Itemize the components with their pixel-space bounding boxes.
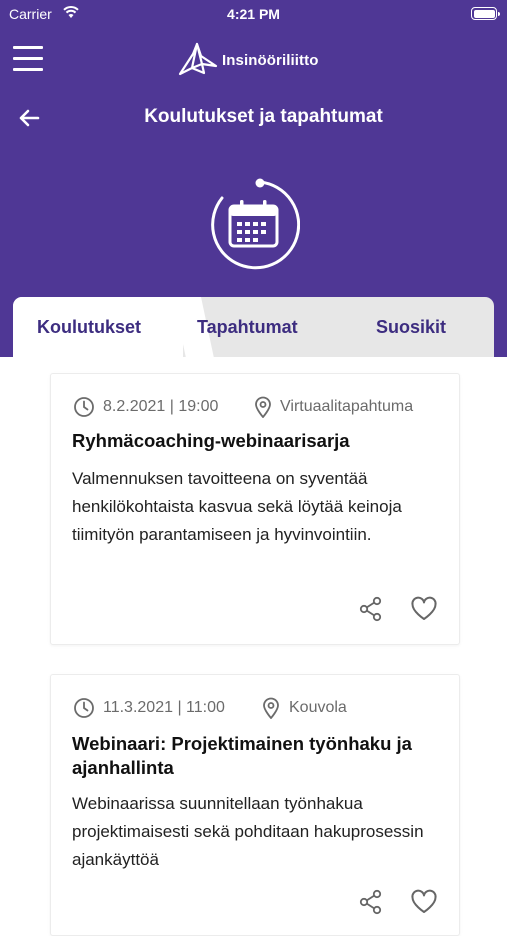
- logo-mark-icon: [178, 42, 218, 76]
- heart-icon[interactable]: [410, 889, 438, 915]
- location-pin-icon: [255, 396, 271, 418]
- calendar-icon: [211, 178, 300, 270]
- event-location: Kouvola: [289, 699, 347, 716]
- share-icon[interactable]: [358, 596, 384, 622]
- tab-suosikit[interactable]: Suosikit: [376, 317, 446, 338]
- status-bar: Carrier 4:21 PM: [0, 0, 507, 28]
- event-description: Valmennuksen tavoitteena on syventää hen…: [72, 469, 402, 544]
- clock-time: 4:21 PM: [227, 6, 280, 22]
- event-title[interactable]: Webinaari: Projektimainen työnhaku ja aj…: [72, 732, 452, 780]
- event-meta: 11.3.2021 | 11:00 Kouvola: [73, 697, 443, 719]
- tab-koulutukset[interactable]: Koulutukset: [37, 317, 141, 338]
- location-pin-icon: [263, 697, 279, 719]
- event-card[interactable]: 11.3.2021 | 11:00 Kouvola Webinaari: Pro…: [50, 674, 460, 936]
- menu-icon[interactable]: [13, 46, 43, 72]
- share-icon[interactable]: [358, 889, 384, 915]
- tab-tapahtumat[interactable]: Tapahtumat: [197, 317, 298, 338]
- event-datetime: 11.3.2021 | 11:00: [103, 699, 225, 716]
- event-location: Virtuaalitapahtuma: [280, 398, 414, 415]
- event-description: Webinaarissa suunnitellaan työnhakua pro…: [72, 794, 424, 869]
- event-title[interactable]: Ryhmäcoaching-webinaarisarja: [72, 429, 452, 453]
- tab-bar: Koulutukset Tapahtumat Suosikit: [13, 297, 494, 357]
- event-datetime: 8.2.2021 | 19:00: [103, 398, 219, 415]
- page-title: Koulutukset ja tapahtumat: [144, 106, 383, 127]
- heart-icon[interactable]: [410, 596, 438, 622]
- event-meta: 8.2.2021 | 19:00 Virtuaalitapahtuma: [73, 396, 443, 418]
- clock-icon: [74, 397, 94, 417]
- event-card[interactable]: 8.2.2021 | 19:00 Virtuaalitapahtuma Ryhm…: [50, 373, 460, 645]
- logo-text: Insinööriliitto: [222, 52, 319, 69]
- clock-icon: [74, 698, 94, 718]
- battery-icon: [471, 7, 500, 20]
